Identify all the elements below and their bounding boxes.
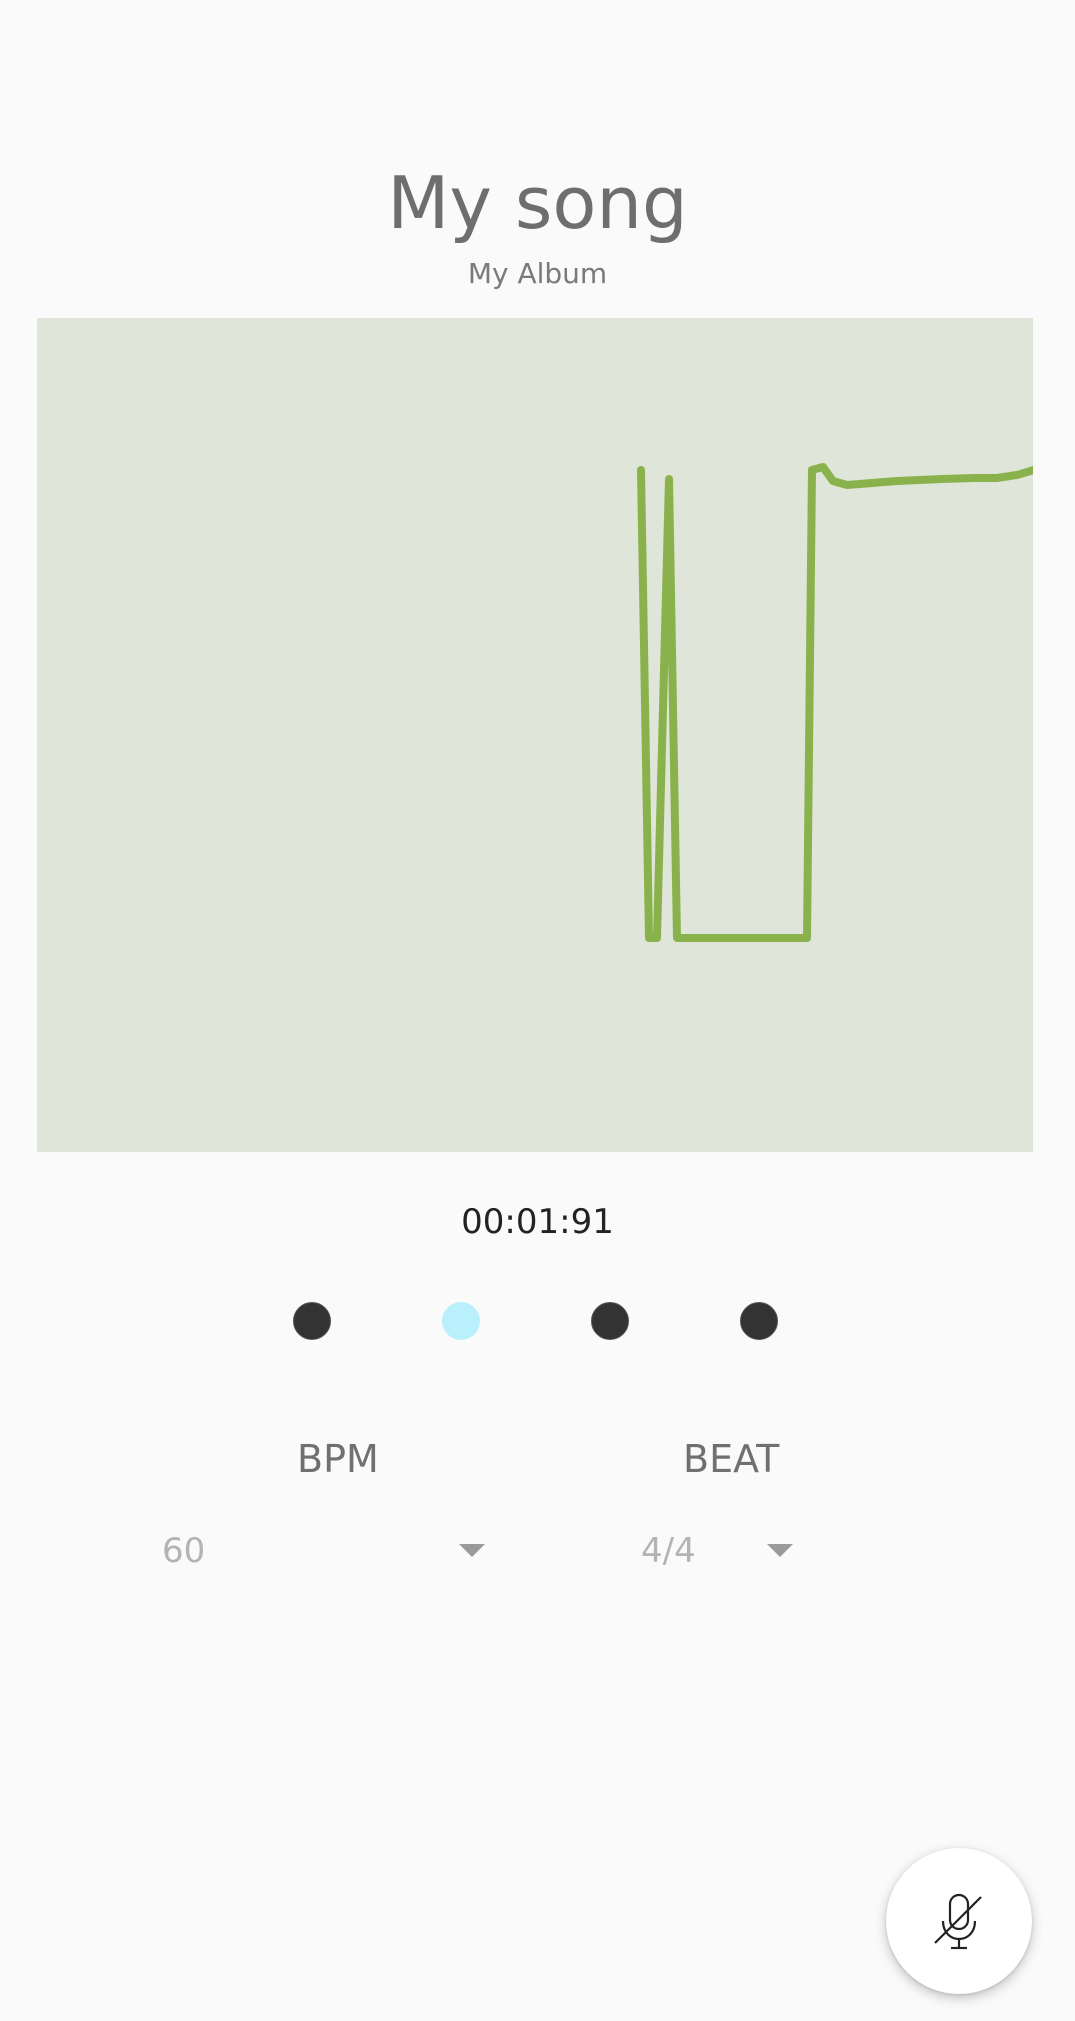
beat-dot-1[interactable] (293, 1302, 331, 1340)
playback-time: 00:01:91 (461, 1202, 614, 1242)
album-name: My Album (467, 257, 608, 290)
song-title: My song (387, 161, 688, 245)
waveform-panel (37, 318, 1033, 1152)
waveform-graph (637, 463, 1033, 942)
beat-value: 4/4 (641, 1531, 696, 1571)
beat-dot-2[interactable] (442, 1302, 480, 1340)
beat-dropdown-arrow-icon (767, 1544, 793, 1557)
record-button[interactable] (886, 1848, 1032, 1994)
beat-dot-4[interactable] (740, 1302, 778, 1340)
beat-dot-3[interactable] (591, 1302, 629, 1340)
mic-off-icon (934, 1893, 982, 1950)
bpm-value: 60 (162, 1531, 206, 1571)
bpm-label: BPM (297, 1437, 379, 1481)
beat-indicators (0, 1302, 1075, 1342)
bpm-select[interactable]: 60 (162, 1527, 487, 1575)
bpm-dropdown-arrow-icon (459, 1544, 485, 1557)
beat-select[interactable]: 4/4 (641, 1527, 796, 1575)
waveform-line (637, 463, 1033, 942)
beat-label: BEAT (683, 1437, 780, 1481)
